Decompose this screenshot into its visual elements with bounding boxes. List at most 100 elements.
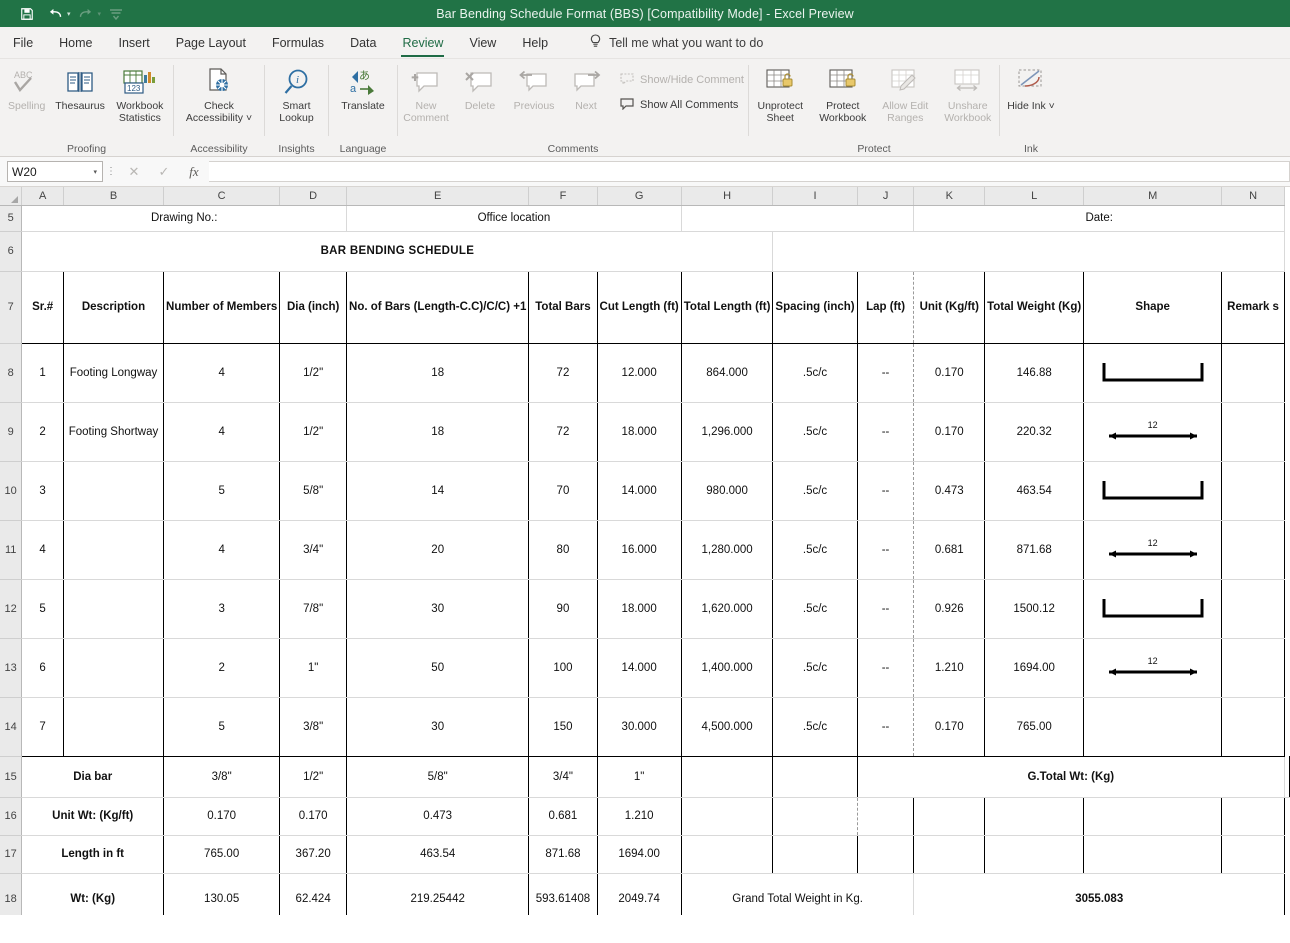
header-cut-length[interactable]: Cut Length (ft) — [597, 270, 682, 344]
cell-office-location[interactable]: Office location — [346, 205, 682, 232]
cell-description[interactable]: Footing Longway — [63, 343, 165, 403]
cell-length-0[interactable]: 765.00 — [163, 835, 281, 874]
cell-row17-blank-n[interactable] — [1221, 835, 1285, 874]
tab-page-layout[interactable]: Page Layout — [163, 28, 259, 58]
chevron-down-icon[interactable]: ▾ — [93, 168, 97, 176]
check-icon[interactable]: ✓ — [149, 164, 179, 180]
cell-cut-length[interactable]: 12.000 — [597, 343, 682, 403]
protect-workbook-button[interactable]: Protect Workbook — [812, 63, 875, 125]
smart-lookup-button[interactable]: i Smart Lookup — [265, 63, 328, 125]
spelling-button[interactable]: ABC Spelling — [0, 63, 53, 113]
cell-dia-bar-0[interactable]: 3/8" — [163, 756, 281, 798]
column-header-m[interactable]: M — [1083, 187, 1223, 206]
cell-shape[interactable] — [1083, 579, 1223, 639]
cell-spacing[interactable]: .5c/c — [772, 402, 858, 462]
cell-bbs-title-ext[interactable] — [772, 231, 1285, 272]
cell-cut-length[interactable]: 14.000 — [597, 461, 682, 521]
allow-edit-ranges-button[interactable]: Allow Edit Ranges — [874, 63, 937, 125]
cell-dia[interactable]: 3/4" — [279, 520, 348, 580]
cell-row17-blank-h[interactable] — [681, 835, 774, 874]
column-header-e[interactable]: E — [346, 187, 530, 206]
cell-shape[interactable] — [1083, 697, 1223, 757]
cell-remarks[interactable] — [1221, 579, 1285, 639]
cell-unit[interactable]: 0.170 — [913, 402, 986, 462]
cell-shape[interactable]: 12 — [1083, 638, 1223, 698]
cell-shape[interactable]: 12 — [1083, 520, 1223, 580]
cell-total-bars[interactable]: 72 — [528, 343, 598, 403]
column-header-a[interactable]: A — [21, 187, 64, 206]
show-hide-comment-button[interactable]: Show/Hide Comment — [616, 69, 744, 90]
cell-unit-wt-0[interactable]: 0.170 — [163, 797, 281, 836]
formula-bar-grip[interactable]: ⋮ — [103, 166, 119, 177]
cell-sr[interactable]: 1 — [21, 343, 64, 403]
row-header-8[interactable]: 8 — [0, 343, 23, 403]
cell-wt-3[interactable]: 593.61408 — [528, 873, 598, 915]
cell-unit[interactable]: 0.926 — [913, 579, 986, 639]
cell-row16-blank-h[interactable] — [681, 797, 774, 836]
cell-total-weight[interactable]: 1694.00 — [984, 638, 1085, 698]
cell-remarks[interactable] — [1221, 520, 1285, 580]
cell-gtotal-label[interactable]: G.Total Wt: (Kg) — [857, 756, 1286, 798]
column-header-n[interactable]: N — [1221, 187, 1285, 206]
cell-unit[interactable]: 1.210 — [913, 638, 986, 698]
tab-file[interactable]: File — [0, 28, 46, 58]
cell-total-length[interactable]: 1,620.000 — [681, 579, 774, 639]
tab-help[interactable]: Help — [509, 28, 561, 58]
cell-description[interactable] — [63, 697, 165, 757]
cell-wt-2[interactable]: 219.25442 — [346, 873, 530, 915]
column-header-k[interactable]: K — [913, 187, 986, 206]
cell-spacing[interactable]: .5c/c — [772, 638, 858, 698]
cell-row17-blank-i[interactable] — [772, 835, 858, 874]
cell-shape[interactable]: 12 — [1083, 402, 1223, 462]
row-header-10[interactable]: 10 — [0, 461, 23, 521]
cell-unit-wt-2[interactable]: 0.473 — [346, 797, 530, 836]
spreadsheet-grid[interactable]: A B C D E F G H I J K L M N 5 Drawing No… — [0, 187, 1290, 915]
cell-total-weight[interactable]: 220.32 — [984, 402, 1085, 462]
header-total-length[interactable]: Total Length (ft) — [681, 270, 774, 344]
row-header-16[interactable]: 16 — [0, 797, 23, 836]
name-box[interactable]: W20 ▾ — [7, 161, 103, 182]
cell-cut-length[interactable]: 18.000 — [597, 402, 682, 462]
cell-row5-blank[interactable] — [681, 205, 915, 232]
cell-total-length[interactable]: 980.000 — [681, 461, 774, 521]
customize-qat-icon[interactable] — [103, 4, 129, 24]
cell-row15-blank-n[interactable] — [1284, 756, 1290, 798]
cell-members[interactable]: 5 — [163, 697, 281, 757]
cell-unit[interactable]: 0.170 — [913, 343, 986, 403]
column-header-j[interactable]: J — [857, 187, 915, 206]
cell-remarks[interactable] — [1221, 697, 1285, 757]
header-sr[interactable]: Sr.# — [21, 270, 64, 344]
cell-sr[interactable]: 2 — [21, 402, 64, 462]
row-header-7[interactable]: 7 — [0, 271, 23, 344]
header-number-of-members[interactable]: Number of Members — [163, 270, 281, 344]
tab-view[interactable]: View — [456, 28, 509, 58]
cell-bars[interactable]: 14 — [346, 461, 530, 521]
cell-row17-blank-m[interactable] — [1083, 835, 1223, 874]
save-icon[interactable] — [14, 4, 40, 24]
cell-bars[interactable]: 18 — [346, 343, 530, 403]
cell-row17-blank-j[interactable] — [857, 835, 915, 874]
cell-date[interactable]: Date: — [913, 205, 1285, 232]
cell-row16-blank-m[interactable] — [1083, 797, 1223, 836]
column-header-d[interactable]: D — [279, 187, 348, 206]
tab-data[interactable]: Data — [337, 28, 389, 58]
cell-row16-blank-n[interactable] — [1221, 797, 1285, 836]
cell-row15-blank-h[interactable] — [681, 756, 774, 798]
cell-total-weight[interactable]: 765.00 — [984, 697, 1085, 757]
row-header-12[interactable]: 12 — [0, 579, 23, 639]
cell-lap[interactable]: -- — [857, 402, 915, 462]
new-comment-button[interactable]: New Comment — [398, 63, 454, 125]
cell-members[interactable]: 4 — [163, 520, 281, 580]
cell-wt-1[interactable]: 62.424 — [279, 873, 348, 915]
cell-members[interactable]: 4 — [163, 343, 281, 403]
cell-unit-wt-4[interactable]: 1.210 — [597, 797, 682, 836]
header-no-of-bars[interactable]: No. of Bars (Length-C.C)/C/C) +1 — [346, 270, 530, 344]
redo-icon[interactable] — [73, 4, 99, 24]
cell-bars[interactable]: 18 — [346, 402, 530, 462]
tab-home[interactable]: Home — [46, 28, 105, 58]
cell-dia[interactable]: 1" — [279, 638, 348, 698]
cell-lap[interactable]: -- — [857, 343, 915, 403]
cell-total-weight[interactable]: 1500.12 — [984, 579, 1085, 639]
header-lap[interactable]: Lap (ft) — [857, 270, 915, 344]
cell-lap[interactable]: -- — [857, 638, 915, 698]
